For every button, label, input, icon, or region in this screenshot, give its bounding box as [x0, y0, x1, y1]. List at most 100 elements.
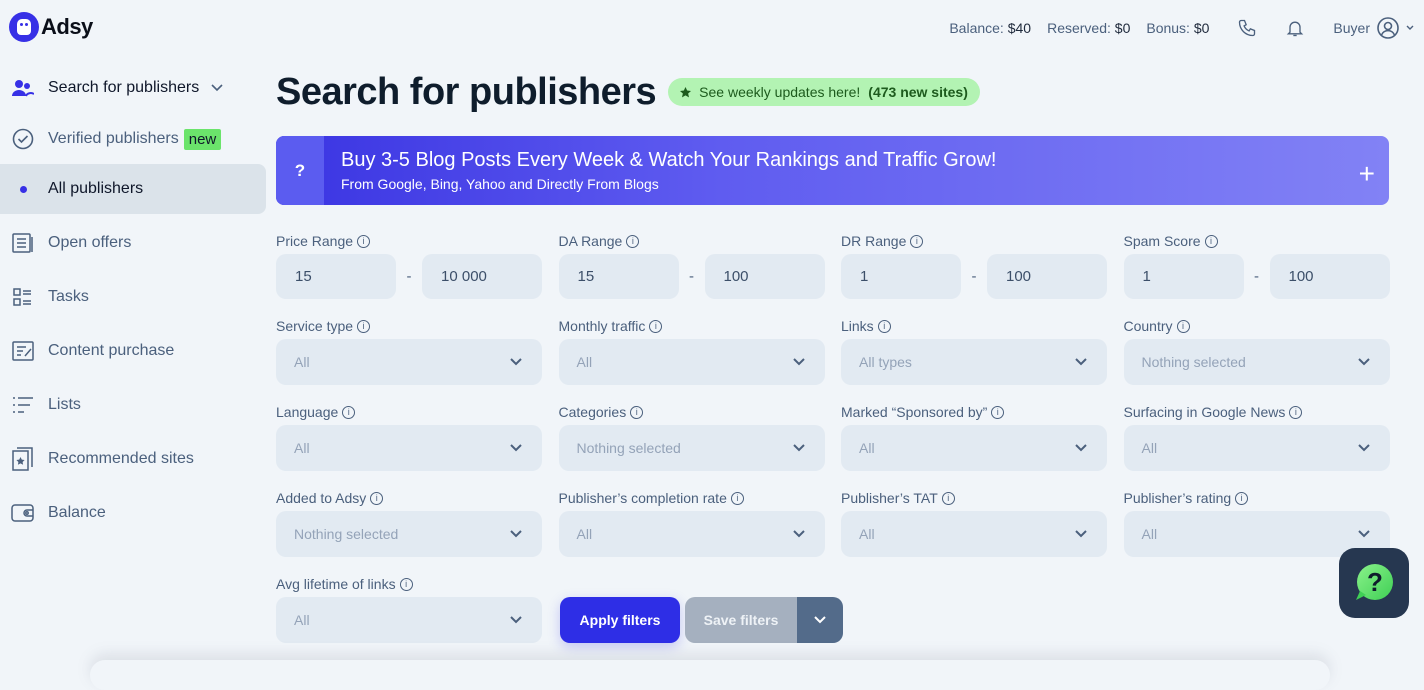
field-label: Language: [276, 404, 339, 420]
field-label: Country: [1123, 318, 1173, 334]
help-chat-button[interactable]: ?: [1339, 548, 1409, 618]
select-value: All: [1141, 440, 1158, 456]
info-icon[interactable]: i: [1176, 319, 1190, 333]
updates-text: See weekly updates here!: [699, 84, 861, 100]
promo-banner[interactable]: ? Buy 3-5 Blog Posts Every Week & Watch …: [276, 136, 1389, 205]
select-value: All: [576, 526, 593, 542]
chevron-down-icon: [814, 616, 826, 624]
chevron-down-icon: [211, 84, 223, 92]
categories-select[interactable]: Nothing selected: [558, 425, 825, 471]
sidebar-item-balance[interactable]: Balance: [0, 486, 266, 540]
page-title: Search for publishers: [276, 70, 657, 113]
range-separator: -: [971, 268, 977, 285]
info-icon[interactable]: i: [1204, 234, 1218, 248]
sidebar-item-label: All publishers: [48, 180, 144, 197]
sidebar-item-tasks[interactable]: Tasks: [0, 270, 266, 324]
info-icon[interactable]: i: [910, 234, 924, 248]
chevron-down-icon: [510, 441, 524, 455]
chevron-down-icon: [1075, 355, 1089, 369]
bell-icon[interactable]: [1283, 16, 1307, 40]
sidebar-item-verified-publishers[interactable]: Verified publishers new: [0, 114, 266, 164]
field-label: Spam Score: [1123, 233, 1201, 249]
select-value: All: [1141, 526, 1158, 542]
sidebar-item-label: Balance: [48, 504, 106, 521]
sidebar-item-all-publishers[interactable]: All publishers: [0, 164, 266, 214]
info-icon[interactable]: i: [649, 319, 663, 333]
added-to-adsy-select[interactable]: Nothing selected: [276, 511, 542, 557]
info-icon[interactable]: i: [877, 319, 891, 333]
field-label: Price Range: [276, 233, 354, 249]
main-content: Search for publishers See weekly updates…: [276, 60, 1390, 643]
sidebar-item-label: Lists: [48, 396, 81, 413]
info-icon[interactable]: i: [370, 491, 384, 505]
sidebar-item-content-purchase[interactable]: Content purchase: [0, 324, 266, 378]
marked-sponsored-by-select[interactable]: All: [841, 425, 1107, 471]
monthly-traffic-select[interactable]: All: [558, 339, 825, 385]
spam-max-input[interactable]: 100: [1269, 254, 1390, 299]
dr-min-input[interactable]: 1: [841, 254, 961, 299]
sidebar-item-recommended-sites[interactable]: Recommended sites: [0, 432, 266, 486]
language-select[interactable]: All: [276, 425, 542, 471]
sidebar-item-label: Recommended sites: [48, 450, 194, 467]
weekly-updates-badge[interactable]: See weekly updates here! (473 new sites): [668, 78, 980, 106]
field-label: Added to Adsy: [276, 490, 367, 506]
info-icon[interactable]: i: [730, 491, 744, 505]
sidebar-item-open-offers[interactable]: Open offers: [0, 216, 266, 270]
phone-icon[interactable]: [1235, 16, 1259, 40]
save-filters-button[interactable]: Save filters: [685, 597, 797, 643]
sidebar-item-search-for-publishers[interactable]: Search for publishers: [0, 62, 266, 114]
owl-logo-icon: [9, 12, 39, 42]
publisher-s-tat-select[interactable]: All: [841, 511, 1107, 557]
links-select[interactable]: All types: [841, 339, 1107, 385]
check-circle-icon: [11, 127, 35, 151]
chevron-down-icon: [1357, 527, 1372, 541]
brand-name: Adsy: [41, 14, 93, 39]
edit-document-icon: [11, 339, 35, 363]
chevron-down-icon: [792, 355, 807, 369]
dr-max-input[interactable]: 100: [987, 254, 1107, 299]
save-filters-group: Save filters: [685, 597, 843, 643]
info-icon[interactable]: i: [1289, 405, 1303, 419]
publisher-s-completion-rate-select[interactable]: All: [558, 511, 825, 557]
info-icon[interactable]: i: [941, 491, 955, 505]
avg-lifetime-select[interactable]: All: [276, 597, 542, 643]
dr-range-field: DR Range i 1 - 100: [841, 232, 1107, 299]
results-panel-edge: [90, 660, 1330, 690]
info-icon[interactable]: i: [626, 234, 640, 248]
banner-subtitle: From Google, Bing, Yahoo and Directly Fr…: [341, 176, 659, 192]
spam-min-input[interactable]: 1: [1123, 254, 1244, 299]
service-type-select[interactable]: All: [276, 339, 542, 385]
price-min-input[interactable]: 15: [276, 254, 396, 299]
field-label: Marked “Sponsored by”: [841, 404, 988, 420]
document-icon: [11, 231, 35, 255]
help-chat-icon: ?: [1356, 564, 1393, 600]
marked-sponsored-by-field: Marked “Sponsored by” i All: [841, 403, 1107, 471]
logo[interactable]: Adsy: [9, 12, 93, 42]
price-max-input[interactable]: 10 000: [422, 254, 542, 299]
info-icon[interactable]: i: [991, 405, 1005, 419]
apply-filters-button[interactable]: Apply filters: [560, 597, 680, 643]
field-label: Service type: [276, 318, 354, 334]
info-icon[interactable]: i: [357, 319, 371, 333]
expand-plus-icon[interactable]: +: [1359, 158, 1375, 190]
info-icon[interactable]: i: [357, 234, 371, 248]
field-label: Categories: [558, 404, 627, 420]
surfacing-in-google-news-select[interactable]: All: [1123, 425, 1390, 471]
sidebar-item-label: Open offers: [48, 234, 132, 251]
info-icon[interactable]: i: [1235, 491, 1249, 505]
updates-count: (473 new sites): [868, 84, 968, 100]
user-menu[interactable]: Buyer: [1333, 16, 1414, 40]
select-value: Nothing selected: [294, 526, 399, 542]
da-min-input[interactable]: 15: [558, 254, 679, 299]
info-icon[interactable]: i: [399, 577, 413, 591]
filters-panel: Price Range i 15 - 10 000 DA Range i 15 - …: [276, 232, 1390, 643]
da-range-field: DA Range i 15 - 100: [558, 232, 825, 299]
country-select[interactable]: Nothing selected: [1123, 339, 1390, 385]
info-icon[interactable]: i: [342, 405, 356, 419]
info-icon[interactable]: i: [630, 405, 644, 419]
sidebar-item-label: Verified publishers: [48, 130, 179, 147]
save-filters-dropdown[interactable]: [797, 597, 843, 643]
sidebar-item-lists[interactable]: Lists: [0, 378, 266, 432]
da-max-input[interactable]: 100: [704, 254, 825, 299]
select-value: All: [859, 526, 875, 542]
